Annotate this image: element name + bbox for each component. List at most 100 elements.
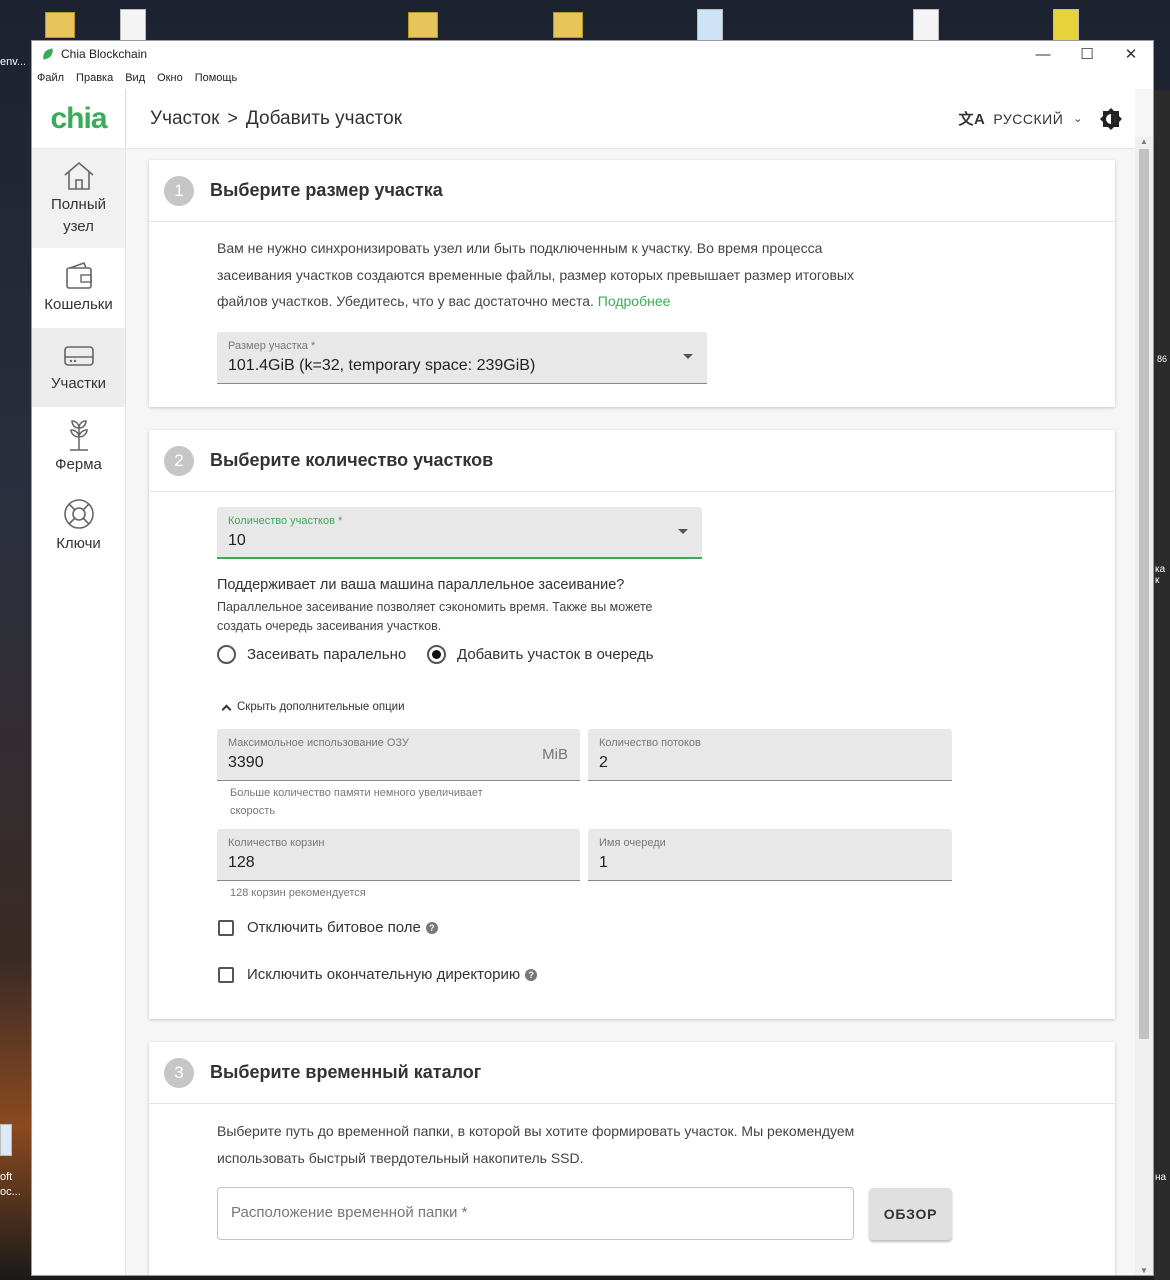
step-3-header: 3 Выберите временный каталог <box>149 1042 1115 1104</box>
field-label: Максимольное использование ОЗУ <box>228 737 409 749</box>
max-ram-input[interactable]: Максимольное использование ОЗУ 3390 MiB <box>217 729 580 781</box>
hint-line: скорость <box>230 805 276 817</box>
threads-input[interactable]: Количество потоков 2 <box>588 729 952 781</box>
close-button[interactable]: ✕ <box>1109 41 1153 67</box>
buckets-hint: 128 корзин рекомендуется <box>230 887 366 899</box>
description-line: засеивания участков создаются временные … <box>217 266 854 283</box>
toggle-advanced-options[interactable]: Скрыть дополнительные опции <box>221 701 405 714</box>
desktop-label: 86 <box>1157 354 1168 364</box>
sidebar-item-full-node[interactable]: Полный узел <box>32 149 125 248</box>
content-scrollbar[interactable]: ▲ ▼ <box>1135 137 1153 1275</box>
desktop-document-icon[interactable] <box>0 1124 12 1156</box>
breadcrumb-plots[interactable]: Участок <box>150 108 219 130</box>
app-window: Chia Blockchain — ☐ ✕ Файл Правка Вид Ок… <box>31 40 1154 1276</box>
desktop-file-icon[interactable] <box>913 9 939 41</box>
minimize-button[interactable]: — <box>1021 41 1065 67</box>
menu-window[interactable]: Окно <box>157 72 183 84</box>
chia-logo[interactable]: chia <box>32 89 125 149</box>
desktop-label: на <box>1155 1172 1167 1183</box>
hard-drive-icon <box>63 345 94 366</box>
wallet-icon <box>65 261 92 289</box>
queue-name-input[interactable]: Имя очереди 1 <box>588 829 952 881</box>
chia-leaf-icon <box>40 48 56 60</box>
sidebar: chia Полный узел Кошельки Участки Ферма … <box>32 89 126 1275</box>
menu-view[interactable]: Вид <box>125 72 145 84</box>
step-title: Выберите временный каталог <box>210 1062 482 1082</box>
hint-line: Параллельное засеивание позволяет сэконо… <box>217 600 653 614</box>
step-1-header: 1 Выберите размер участка <box>149 160 1115 222</box>
breadcrumb-separator: > <box>227 108 238 128</box>
parallel-question: Поддерживает ли ваша машина параллельное… <box>217 577 625 593</box>
plot-size-select[interactable]: Размер участка * 101.4GiB (k=32, tempora… <box>217 332 707 384</box>
sidebar-item-farm[interactable]: Ферма <box>32 407 125 487</box>
theme-toggle-icon[interactable] <box>1099 107 1123 131</box>
radio-label: Засеивать паралельно <box>247 646 407 663</box>
temp-folder-input[interactable]: Расположение временной папки * <box>217 1187 854 1240</box>
desktop-tape-icon[interactable] <box>1053 9 1079 41</box>
field-value: 101.4GiB (k=32, temporary space: 239GiB) <box>228 357 536 374</box>
sidebar-item-plots[interactable]: Участки <box>32 328 125 407</box>
title-bar[interactable]: Chia Blockchain — ☐ ✕ <box>32 41 1153 67</box>
menu-file[interactable]: Файл <box>37 72 64 84</box>
step-3-card: 3 Выберите временный каталог Выберите пу… <box>149 1042 1115 1275</box>
hint-line: создать очередь засеивания участков. <box>217 619 442 633</box>
step-2-header: 2 Выберите количество участков <box>149 430 1115 492</box>
field-label: Количество корзин <box>228 837 325 849</box>
disable-bitfield-checkbox[interactable]: Отключить битовое поле ? <box>218 919 438 936</box>
sidebar-item-keys[interactable]: Ключи <box>32 487 125 565</box>
desktop-file-icon[interactable] <box>120 9 146 41</box>
scroll-up-arrow-icon[interactable]: ▲ <box>1140 137 1148 146</box>
sidebar-item-label: Кошельки <box>44 296 113 313</box>
learn-more-link[interactable]: Подробнее <box>598 293 671 309</box>
sidebar-item-label: Полный <box>51 195 106 213</box>
field-value: 2 <box>599 754 608 771</box>
scrollbar-thumb[interactable] <box>1139 149 1149 1039</box>
sidebar-item-label: Ключи <box>56 535 101 552</box>
browse-button[interactable]: ОБЗОР <box>869 1188 952 1240</box>
field-value: 10 <box>228 532 246 549</box>
radio-circle <box>217 645 236 664</box>
translate-icon: 文A <box>958 111 986 128</box>
step-1-card: 1 Выберите размер участка Вам не нужно с… <box>149 160 1115 407</box>
input-placeholder: Расположение временной папки * <box>231 1204 468 1221</box>
dropdown-arrow-icon <box>678 529 688 534</box>
toggle-label: Скрыть дополнительные опции <box>237 701 405 713</box>
sidebar-item-wallets[interactable]: Кошельки <box>32 248 125 328</box>
desktop-folder-icon[interactable] <box>408 12 438 38</box>
buckets-input[interactable]: Количество корзин 128 <box>217 829 580 881</box>
language-selector[interactable]: 文A РУССКИЙ ⌄ <box>959 108 1084 129</box>
radio-circle-selected <box>427 645 446 664</box>
menu-help[interactable]: Помощь <box>195 72 238 84</box>
sidebar-item-label: Участки <box>51 374 106 392</box>
language-label: РУССКИЙ <box>993 110 1064 127</box>
step-title: Выберите количество участков <box>210 450 494 470</box>
checkbox-box <box>218 966 234 983</box>
checkbox-label: Исключить окончательную директорию <box>247 966 521 983</box>
step-1-description: Вам не нужно синхронизировать узел или б… <box>217 235 854 315</box>
main-content: 1 Выберите размер участка Вам не нужно с… <box>127 150 1135 1275</box>
background-window-edge <box>1154 90 1170 1280</box>
parallel-hint: Параллельное засеивание позволяет сэконо… <box>217 598 653 636</box>
window-controls: — ☐ ✕ <box>1021 41 1153 67</box>
step-number: 2 <box>164 445 194 476</box>
plot-count-select[interactable]: Количество участков * 10 <box>217 507 702 559</box>
radio-queue[interactable]: Добавить участок в очередь <box>427 645 654 664</box>
menu-bar: Файл Правка Вид Окно Помощь <box>32 67 1153 89</box>
scroll-down-arrow-icon[interactable]: ▼ <box>1140 1266 1148 1275</box>
menu-edit[interactable]: Правка <box>76 72 113 84</box>
desktop-label: ка к <box>1155 564 1166 586</box>
ram-hint: Больше количество памяти немного увеличи… <box>230 784 483 820</box>
radio-parallel[interactable]: Засеивать паралельно <box>217 645 406 664</box>
exclude-final-dir-checkbox[interactable]: Исключить окончательную директорию ? <box>218 966 538 983</box>
help-icon[interactable]: ? <box>425 921 438 934</box>
field-label: Количество потоков <box>599 737 701 749</box>
desktop-folder-icon[interactable] <box>553 12 583 38</box>
maximize-button[interactable]: ☐ <box>1065 41 1109 67</box>
desktop-folder-icon[interactable] <box>45 12 75 38</box>
desktop-label: oc... <box>0 1186 21 1198</box>
field-value: 1 <box>599 854 608 871</box>
desktop-notepad-icon[interactable] <box>697 9 723 41</box>
chevron-down-icon: ⌄ <box>1073 113 1083 125</box>
help-icon[interactable]: ? <box>525 968 538 981</box>
radio-label: Добавить участок в очередь <box>457 646 654 663</box>
